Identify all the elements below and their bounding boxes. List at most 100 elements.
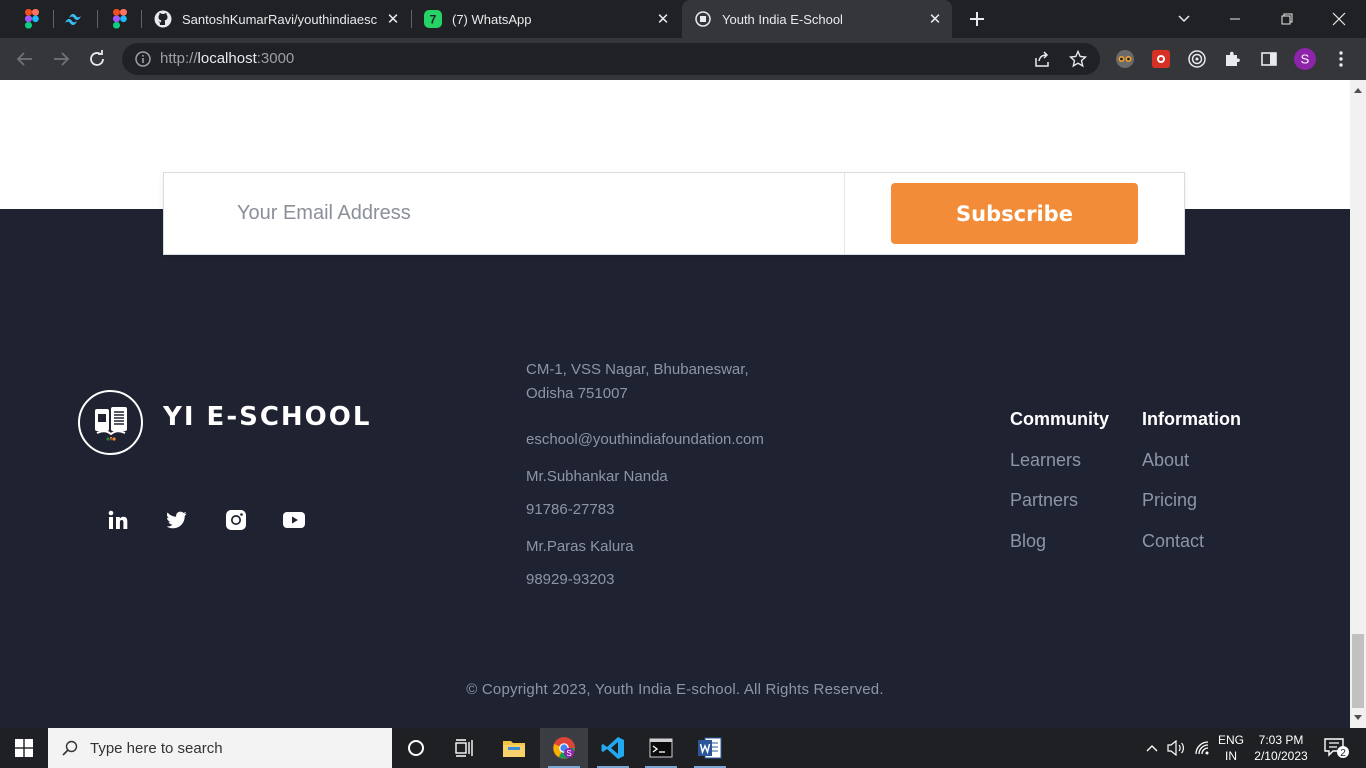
clock-button[interactable]: 7:03 PM 2/10/2023 (1250, 728, 1312, 768)
input-language-button[interactable]: ENG IN (1214, 728, 1248, 768)
whatsapp-badge-count: 7 (430, 13, 437, 27)
brand-logo[interactable] (78, 390, 143, 455)
close-tab-icon[interactable]: ✕ (382, 8, 404, 30)
reload-button[interactable] (85, 47, 109, 71)
puzzle-icon (1226, 51, 1240, 66)
contact-person-2: Mr.Paras Kalura (526, 538, 634, 555)
share-button[interactable] (1030, 47, 1054, 71)
tab-github[interactable]: SantoshKumarRavi/youthindiaesc ✕ (142, 0, 410, 38)
youtube-icon (283, 512, 305, 528)
scrollbar-thumb[interactable] (1352, 634, 1364, 708)
community-heading: Community (1010, 409, 1109, 429)
url-text: http://localhost:3000 (160, 50, 294, 67)
browser-tabstrip: SantoshKumarRavi/youthindiaesc ✕ 7 (7) W… (0, 0, 1366, 38)
restore-button[interactable] (1262, 0, 1312, 38)
address-bar[interactable]: http://localhost:3000 (122, 43, 1100, 75)
show-hidden-icons-button[interactable] (1142, 728, 1162, 768)
close-tab-icon[interactable]: ✕ (924, 8, 946, 30)
extensions-button[interactable] (1221, 47, 1245, 71)
linkedin-link[interactable] (106, 508, 130, 532)
linkedin-icon (108, 510, 128, 529)
kebab-menu-icon (1339, 51, 1343, 67)
back-button[interactable] (13, 47, 37, 71)
figma-pinned-tab-2[interactable] (109, 8, 131, 30)
footer-link-pricing[interactable]: Pricing (1142, 490, 1197, 511)
url-port: :3000 (256, 50, 295, 67)
star-icon (1069, 50, 1087, 68)
bookmark-button[interactable] (1066, 47, 1090, 71)
address-line-2: Odisha 751007 (526, 385, 628, 402)
footer-link-about[interactable]: About (1142, 450, 1189, 471)
language-code: ENG (1217, 733, 1244, 747)
github-icon (154, 10, 172, 28)
footer-link-partners[interactable]: Partners (1010, 490, 1078, 511)
youtube-link[interactable] (282, 508, 306, 532)
extension-red[interactable] (1149, 47, 1173, 71)
task-view-icon (455, 739, 473, 757)
start-button[interactable] (0, 728, 48, 768)
file-explorer-button[interactable] (490, 728, 538, 768)
chevron-up-icon (1146, 745, 1158, 752)
email-input[interactable] (164, 173, 844, 254)
cortana-button[interactable] (392, 728, 440, 768)
language-indicator: ENG IN (1218, 732, 1244, 764)
browser-toolbar: http://localhost:3000 S (0, 38, 1366, 80)
info-icon[interactable] (134, 50, 152, 68)
subscribe-form: Subscribe (163, 172, 1185, 255)
profile-button[interactable]: S (1293, 47, 1317, 71)
instagram-link[interactable] (224, 508, 248, 532)
figma-pinned-tab[interactable] (21, 8, 43, 30)
contact-phone-2[interactable]: 98929-93203 (526, 571, 614, 588)
terminal-taskbar-button[interactable] (637, 728, 685, 768)
vscode-taskbar-button[interactable] (589, 728, 637, 768)
url-scheme: http:// (160, 50, 198, 67)
site-favicon-icon (694, 10, 712, 28)
taskbar-search-placeholder: Type here to search (90, 739, 223, 757)
extension-target[interactable] (1185, 47, 1209, 71)
windows-taskbar: Type here to search S ENG IN 7:03 PM 2/10/… (0, 728, 1366, 768)
twitter-link[interactable] (165, 508, 189, 532)
close-tab-icon[interactable]: ✕ (652, 8, 674, 30)
minimize-button[interactable] (1210, 0, 1260, 38)
new-tab-button[interactable] (966, 8, 988, 30)
notification-count: 2 (1340, 748, 1346, 759)
subscribe-button[interactable]: Subscribe (891, 183, 1138, 244)
scroll-up-arrow-icon[interactable] (1353, 85, 1363, 95)
tailwind-icon (65, 13, 81, 26)
browser-menu-button[interactable] (1329, 47, 1353, 71)
footer-link-learners[interactable]: Learners (1010, 450, 1081, 471)
side-panel-button[interactable] (1257, 47, 1281, 71)
brand-name[interactable]: YI E-SCHOOL (163, 402, 371, 432)
back-arrow-icon (16, 52, 32, 66)
chrome-taskbar-button[interactable]: S (540, 728, 588, 768)
contact-phone-1[interactable]: 91786-27783 (526, 501, 614, 518)
book-logo-icon (94, 406, 127, 441)
cortana-circle-icon (408, 740, 424, 756)
tab-separator (97, 10, 98, 28)
footer-link-contact[interactable]: Contact (1142, 531, 1204, 552)
word-taskbar-button[interactable] (686, 728, 734, 768)
footer-link-blog[interactable]: Blog (1010, 531, 1046, 552)
close-window-button[interactable] (1314, 0, 1364, 38)
contact-email[interactable]: eschool@youthindiafoundation.com (526, 431, 764, 448)
network-button[interactable] (1192, 728, 1214, 768)
tab-whatsapp[interactable]: 7 (7) WhatsApp ✕ (412, 0, 680, 38)
extension-owl[interactable] (1113, 47, 1137, 71)
scroll-down-arrow-icon[interactable] (1353, 713, 1363, 723)
taskbar-search[interactable]: Type here to search (48, 728, 392, 768)
task-view-button[interactable] (440, 728, 488, 768)
forward-button[interactable] (49, 47, 73, 71)
tab-youth-india[interactable]: Youth India E-School ✕ (682, 0, 952, 38)
tailwind-pinned-tab[interactable] (64, 8, 86, 30)
chevron-down-icon (1178, 15, 1190, 23)
reload-icon (90, 50, 104, 66)
restore-icon (1281, 13, 1293, 25)
action-center-button[interactable]: 2 (1318, 728, 1354, 768)
profile-avatar-icon: S (1294, 48, 1316, 70)
page-scrollbar[interactable] (1350, 80, 1366, 728)
chrome-icon: S (553, 737, 575, 759)
close-icon (1332, 12, 1346, 26)
tab-search-button[interactable] (1159, 0, 1209, 38)
instagram-icon (226, 510, 246, 530)
volume-button[interactable] (1166, 728, 1188, 768)
